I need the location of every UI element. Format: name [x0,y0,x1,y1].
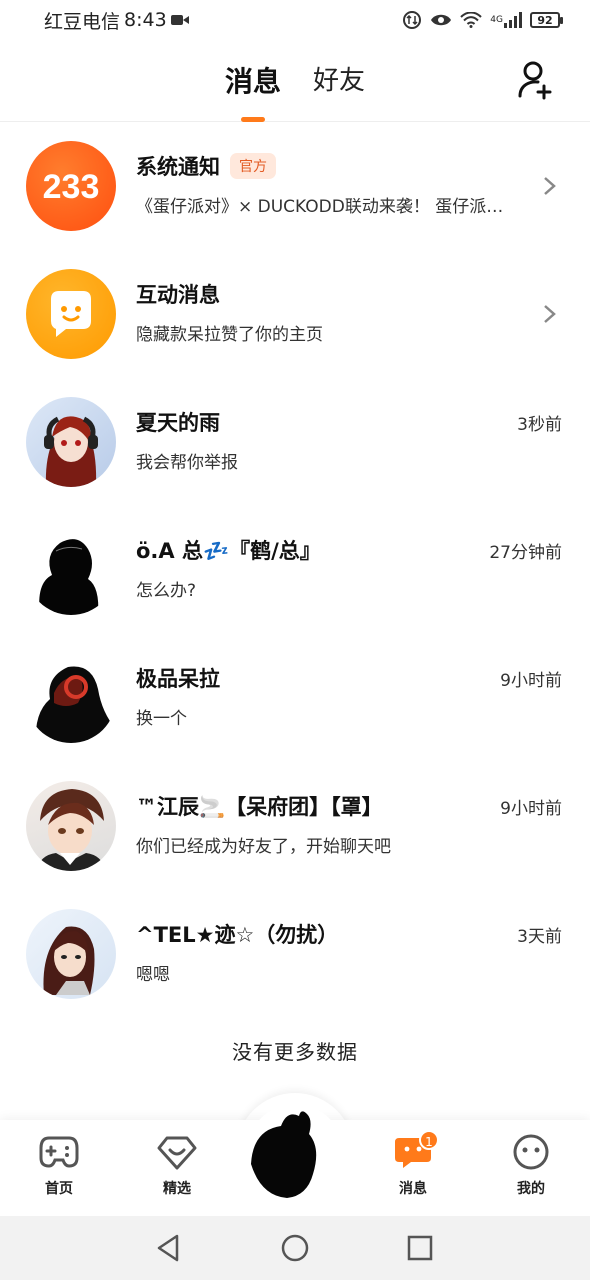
tab-friends[interactable]: 好友 [313,60,365,100]
list-item-chat[interactable]: 夏天的雨 3秒前 我会帮你举报 [0,378,590,506]
message-preview: 嗯嗯 [136,965,170,985]
home-circle-icon[interactable] [279,1232,311,1264]
header: 消息 好友 [0,40,590,122]
contact-name: 夏天的雨 [136,411,220,435]
contact-name: 极品呆拉 [136,667,220,691]
nav-me-label: 我的 [517,1181,545,1197]
battery-level: 92 [537,13,553,27]
message-time: 9小时前 [500,670,562,691]
tab-friends-label: 好友 [313,66,366,96]
user-avatar [249,1106,341,1198]
video-record-icon [170,13,189,27]
eye-icon [430,13,452,27]
data-saver-icon [402,10,422,30]
recents-square-icon[interactable] [404,1232,436,1264]
chat-bubble-icon [51,291,91,337]
list-item-chat[interactable]: 极品呆拉 9小时前 换一个 [0,634,590,762]
tab-messages[interactable]: 消息 [224,60,281,122]
nav-center-avatar-button[interactable] [247,1104,343,1200]
user-avatar [26,653,116,743]
heart-gem-icon [157,1136,197,1170]
user-avatar [26,909,116,999]
nav-featured-label: 精选 [163,1181,191,1197]
gamepad-icon [39,1136,79,1168]
list-item-chat[interactable]: ™江辰🚬【呆府团】【罩】 9小时前 你们已经成为好友了，开始聊天吧 [0,762,590,890]
carrier-label: 红豆电信 [44,10,121,33]
system-nav-bar [0,1216,590,1280]
unread-count-badge: 1 [419,1130,439,1150]
list-item-chat[interactable]: ^TEL★迹☆（勿扰） 3天前 嗯嗯 [0,890,590,1018]
wifi-icon [460,12,483,28]
nav-messages-label: 消息 [399,1181,427,1197]
chevron-right-icon [544,305,556,323]
face-icon [513,1134,549,1170]
contact-name: ^TEL★迹☆（勿扰） [136,923,339,947]
tab-messages-label: 消息 [224,65,281,98]
list-item-interactions[interactable]: 互动消息 隐藏款呆拉赞了你的主页 [0,250,590,378]
message-list: 233 系统通知 官方 《蛋仔派对》× DUCKODD联动来袭！ 蛋仔派对… 互… [0,122,590,1018]
nav-featured[interactable]: 精选 [137,1134,217,1198]
back-icon[interactable] [153,1232,185,1264]
message-preview: 怎么办? [136,581,197,601]
message-time: 3秒前 [517,414,562,435]
battery-icon: 92 [530,12,563,28]
message-time: 27分钟前 [489,542,562,563]
message-preview: 《蛋仔派对》× DUCKODD联动来袭！ 蛋仔派对… [136,197,516,217]
nav-home[interactable]: 首页 [19,1134,99,1198]
no-more-data-label: 没有更多数据 [232,1040,358,1064]
interactions-avatar [26,269,116,359]
contact-name: 系统通知 [136,155,220,179]
list-item-chat[interactable]: ö.A 总💤『鹤/总』 27分钟前 怎么办? [0,506,590,634]
network-type: 4G [490,15,503,25]
system-notice-avatar: 233 [26,141,116,231]
nav-home-label: 首页 [45,1181,73,1197]
tab-bar: 消息 好友 [0,60,590,122]
list-item-system-notice[interactable]: 233 系统通知 官方 《蛋仔派对》× DUCKODD联动来袭！ 蛋仔派对… [0,122,590,250]
official-badge: 官方 [230,153,276,179]
user-avatar [26,397,116,487]
nav-messages[interactable]: 1 消息 [373,1130,453,1198]
message-time: 3天前 [517,926,562,947]
status-bar: 红豆电信 8:43 4G 92 [0,0,590,40]
message-preview: 换一个 [136,709,187,729]
signal-icon: 4G [490,12,522,28]
contact-name: ™江辰🚬【呆府团】【罩】 [136,795,383,819]
message-preview: 我会帮你举报 [136,453,238,473]
message-preview: 隐藏款呆拉赞了你的主页 [136,325,323,345]
add-friend-icon[interactable] [518,60,554,100]
contact-name: ö.A 总💤『鹤/总』 [136,539,321,563]
user-avatar [26,525,116,615]
message-preview: 你们已经成为好友了，开始聊天吧 [136,837,391,857]
user-avatar [26,781,116,871]
chevron-right-icon [544,177,556,195]
message-time: 9小时前 [500,798,562,819]
nav-me[interactable]: 我的 [491,1134,571,1198]
logo-233-icon: 233 [43,168,100,206]
contact-name: 互动消息 [136,283,220,307]
clock: 8:43 [124,9,167,31]
svg-text:233: 233 [43,168,100,206]
